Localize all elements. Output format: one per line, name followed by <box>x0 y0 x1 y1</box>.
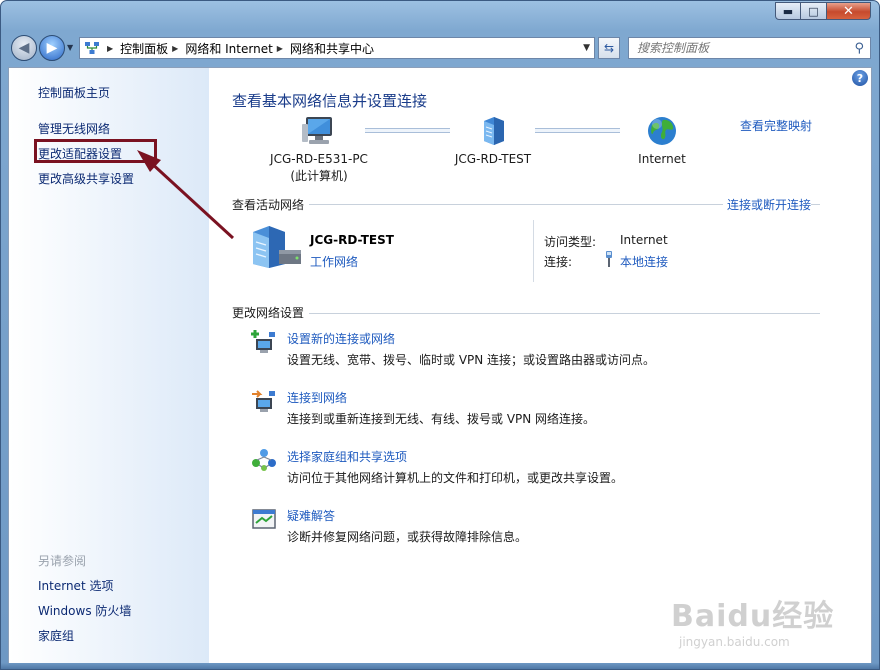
work-network-icon[interactable] <box>249 226 303 268</box>
setup-new-connection-link[interactable]: 设置新的连接或网络 <box>287 330 395 347</box>
map-connector-line <box>535 128 620 133</box>
connect-network-icon[interactable] <box>251 389 277 413</box>
breadcrumb-separator-icon[interactable]: ▶ <box>107 44 113 53</box>
watermark-brand: Baidu经验 <box>671 599 835 634</box>
window-frame: ▬ □ ✕ ◀ ▶ ▼ ▶ 控制面板 ▶ 网络和 Internet ▶ 网络和共… <box>0 0 880 670</box>
help-icon[interactable]: ? <box>852 70 868 86</box>
network-node-name: JCG-RD-TEST <box>454 152 532 166</box>
internet-label: Internet <box>638 152 686 166</box>
map-node-internet[interactable]: Internet <box>612 115 712 168</box>
active-network-name: JCG-RD-TEST <box>310 233 394 247</box>
homegroup-sharing-desc: 访问位于其他网络计算机上的文件和打印机，或更改共享设置。 <box>287 471 624 485</box>
search-icon[interactable]: ⚲ <box>854 41 864 56</box>
main-panel: 查看基本网络信息并设置连接 查看完整映射 JCG-RD-E531-PC (此计算… <box>209 68 871 663</box>
homegroup-icon[interactable] <box>251 448 277 472</box>
maximize-button[interactable]: □ <box>801 2 827 20</box>
page-title: 查看基本网络信息并设置连接 <box>232 92 428 110</box>
connect-to-network-link[interactable]: 连接到网络 <box>287 389 347 406</box>
baidu-watermark: Baidu经验 jingyan.baidu.com <box>671 591 834 649</box>
computer-name: JCG-RD-E531-PC <box>270 152 368 166</box>
computer-icon <box>302 117 332 144</box>
network-icon <box>484 117 504 145</box>
connections-label: 连接: <box>544 255 573 269</box>
address-dropdown-icon[interactable]: ▼ <box>583 43 590 53</box>
change-network-settings-heading: 更改网络设置 <box>232 304 310 321</box>
breadcrumb-separator-icon[interactable]: ▶ <box>277 44 283 53</box>
globe-icon <box>648 117 676 145</box>
minimize-button[interactable]: ▬ <box>775 2 801 20</box>
troubleshoot-desc: 诊断并修复网络问题，或获得故障排除信息。 <box>287 530 528 544</box>
see-also-heading: 另请参阅 <box>38 554 87 568</box>
section-divider <box>232 313 820 314</box>
map-node-network[interactable]: JCG-RD-TEST <box>443 115 543 168</box>
network-location-icon <box>85 42 99 54</box>
search-input[interactable] <box>629 40 855 56</box>
recent-pages-dropdown-icon[interactable]: ▼ <box>67 43 73 52</box>
search-box[interactable]: ⚲ <box>628 37 871 59</box>
homegroup-sharing-link[interactable]: 选择家庭组和共享选项 <box>287 448 407 465</box>
window-bottom-edge <box>1 663 879 669</box>
map-node-computer[interactable]: JCG-RD-E531-PC (此计算机) <box>264 115 374 185</box>
navigation-bar: ◀ ▶ ▼ ▶ 控制面板 ▶ 网络和 Internet ▶ 网络和共享中心 ▼ … <box>1 31 879 65</box>
connect-to-network-desc: 连接到或重新连接到无线、有线、拨号或 VPN 网络连接。 <box>287 412 596 426</box>
new-connection-icon[interactable] <box>251 330 277 354</box>
map-connector-line <box>365 128 450 133</box>
active-network-divider <box>533 220 534 282</box>
sidebar-item-internet-options[interactable]: Internet 选项 <box>38 577 113 594</box>
sidebar-item-homegroup[interactable]: 家庭组 <box>38 627 74 644</box>
watermark-url: jingyan.baidu.com <box>679 635 790 649</box>
breadcrumb-network-sharing-center[interactable]: 网络和共享中心 <box>290 40 374 57</box>
network-type-link[interactable]: 工作网络 <box>310 253 358 270</box>
content-area: 控制面板主页 管理无线网络 更改适配器设置 更改高级共享设置 另请参阅 Inte… <box>8 67 872 664</box>
connect-disconnect-link[interactable]: 连接或断开连接 <box>722 196 811 213</box>
access-type-value: Internet <box>620 233 668 247</box>
see-full-map-link[interactable]: 查看完整映射 <box>740 117 812 134</box>
setup-new-connection-desc: 设置无线、宽带、拨号、临时或 VPN 连接；或设置路由器或访问点。 <box>287 353 656 367</box>
ethernet-connection-icon <box>606 251 612 267</box>
sidebar-item-windows-firewall[interactable]: Windows 防火墙 <box>38 602 131 619</box>
address-bar[interactable]: ▶ 控制面板 ▶ 网络和 Internet ▶ 网络和共享中心 ▼ <box>79 37 595 59</box>
caption-buttons: ▬ □ ✕ <box>775 2 871 20</box>
breadcrumb-control-panel[interactable]: 控制面板 <box>120 40 168 57</box>
back-button[interactable]: ◀ <box>11 35 37 61</box>
troubleshoot-link[interactable]: 疑难解答 <box>287 507 335 524</box>
forward-button[interactable]: ▶ <box>39 35 65 61</box>
close-button[interactable]: ✕ <box>827 2 871 20</box>
troubleshoot-icon[interactable] <box>251 507 277 531</box>
access-type-label: 访问类型: <box>544 235 597 249</box>
local-connection-link[interactable]: 本地连接 <box>620 253 668 270</box>
refresh-icon: ⇆ <box>603 41 615 55</box>
breadcrumb-network-internet[interactable]: 网络和 Internet <box>185 40 272 57</box>
annotation-arrow-icon <box>137 150 235 240</box>
breadcrumb-separator-icon[interactable]: ▶ <box>172 44 178 53</box>
computer-subtitle: (此计算机) <box>290 169 348 183</box>
refresh-button[interactable]: ⇆ <box>598 37 620 59</box>
